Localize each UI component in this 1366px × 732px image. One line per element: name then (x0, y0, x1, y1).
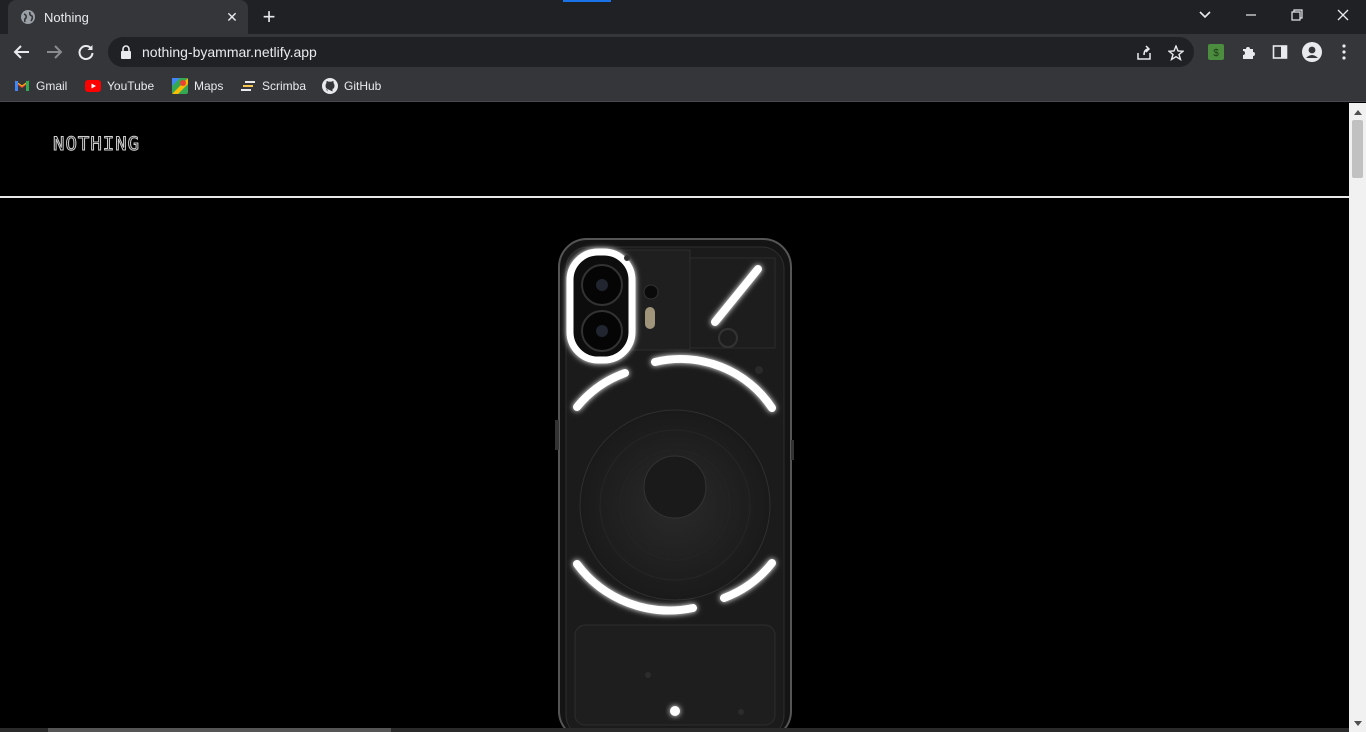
bookmark-youtube[interactable]: YouTube (85, 76, 154, 96)
bookmark-label: Scrimba (262, 79, 307, 93)
web-page: NOTHING (0, 103, 1349, 732)
bookmark-label: Maps (194, 79, 224, 93)
scroll-up-arrow-icon[interactable] (1349, 103, 1366, 120)
restore-button[interactable] (1274, 0, 1320, 30)
bookmark-star-icon[interactable] (1167, 44, 1185, 62)
side-panel-icon[interactable] (1270, 42, 1290, 62)
lock-icon[interactable] (120, 45, 132, 64)
new-tab-button[interactable]: + (258, 6, 280, 28)
nothing-logo[interactable]: NOTHING (52, 133, 140, 156)
scroll-down-arrow-icon[interactable] (1349, 715, 1366, 732)
close-tab-icon[interactable]: ✕ (224, 9, 240, 25)
bookmarks-bar: Gmail YouTube Maps Scrimba GitHub (0, 70, 1366, 102)
tab-strip: Nothing ✕ + (0, 0, 1366, 34)
svg-text:$: $ (1213, 48, 1219, 59)
phone-back-image (555, 238, 794, 732)
menu-kebab-icon[interactable] (1334, 42, 1354, 62)
horizontal-scrollbar-thumb[interactable] (48, 728, 391, 732)
globe-icon (20, 9, 36, 25)
dollar-extension-icon[interactable]: $ (1206, 42, 1226, 62)
close-window-button[interactable] (1320, 0, 1366, 30)
gmail-icon (14, 78, 30, 94)
youtube-icon (85, 78, 101, 94)
tab-drag-indicator (563, 0, 611, 2)
maps-icon (172, 78, 188, 94)
minimize-button[interactable] (1228, 0, 1274, 30)
scrollbar-thumb[interactable] (1352, 120, 1363, 178)
bookmark-label: Gmail (36, 79, 68, 93)
bookmark-maps[interactable]: Maps (172, 76, 223, 96)
back-button[interactable] (8, 38, 36, 66)
horizontal-scrollbar[interactable] (0, 728, 1349, 732)
bookmark-label: GitHub (344, 79, 382, 93)
profile-avatar-icon[interactable] (1302, 42, 1322, 62)
url-text[interactable]: nothing-byammar.netlify.app (142, 44, 317, 60)
vertical-scrollbar[interactable] (1349, 103, 1366, 732)
tab-nothing[interactable]: Nothing ✕ (8, 0, 248, 34)
bookmark-scrimba[interactable]: Scrimba (240, 76, 306, 96)
share-icon[interactable] (1135, 44, 1153, 62)
address-bar[interactable]: nothing-byammar.netlify.app (108, 37, 1194, 67)
tab-title: Nothing (44, 9, 89, 25)
bookmark-gmail[interactable]: Gmail (14, 76, 67, 96)
site-header: NOTHING (0, 103, 1349, 198)
reload-button[interactable] (72, 38, 100, 66)
hero-section (0, 200, 1349, 732)
browser-toolbar: nothing-byammar.netlify.app $ (0, 34, 1366, 70)
github-icon (322, 78, 338, 94)
search-tabs-button[interactable] (1192, 4, 1218, 26)
forward-button[interactable] (40, 38, 68, 66)
extensions-puzzle-icon[interactable] (1238, 42, 1258, 62)
bookmark-github[interactable]: GitHub (322, 76, 381, 96)
scrimba-icon (240, 78, 256, 94)
bookmark-label: YouTube (107, 79, 155, 93)
